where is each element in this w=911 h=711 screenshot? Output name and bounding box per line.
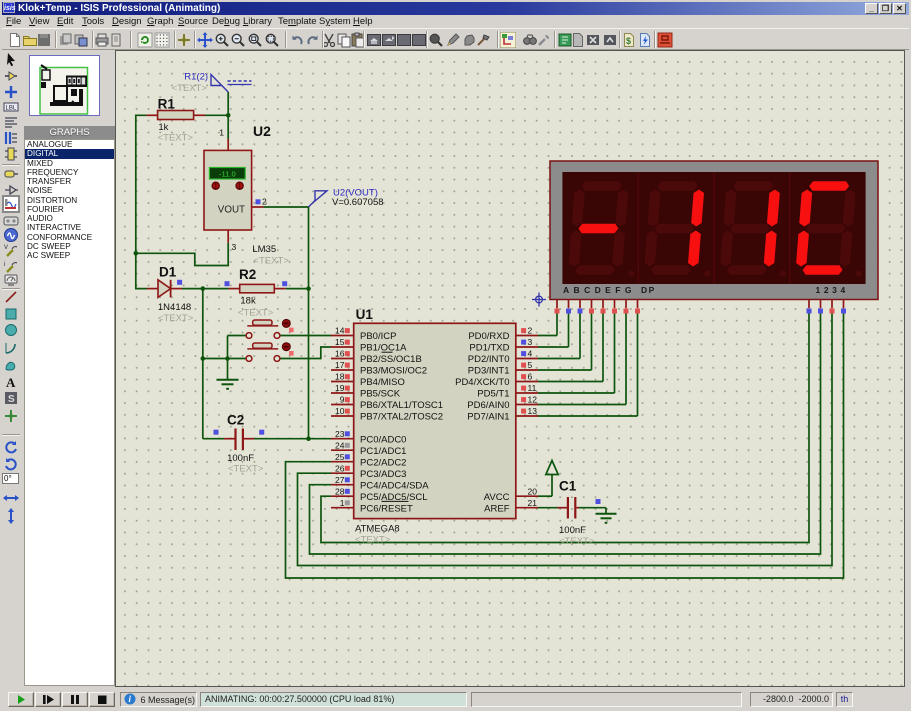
svg-text:100nF: 100nF <box>227 453 254 464</box>
svg-text:VOUT: VOUT <box>218 205 245 216</box>
svg-text:AVCC: AVCC <box>484 492 510 503</box>
svg-text:U2: U2 <box>253 123 271 139</box>
svg-text:PD1/TXD: PD1/TXD <box>469 343 509 354</box>
svg-text:PD7/AIN1: PD7/AIN1 <box>467 412 509 423</box>
svg-text:AREF: AREF <box>484 503 510 514</box>
svg-text:PC6/RESET: PC6/RESET <box>360 503 413 514</box>
svg-text:i: i <box>4 262 5 268</box>
svg-text:PB2/SS/OC1B: PB2/SS/OC1B <box>360 354 422 365</box>
svg-text:<TEXT>: <TEXT> <box>559 536 595 547</box>
svg-text:21: 21 <box>528 498 538 508</box>
svg-text:PC1/ADC1: PC1/ADC1 <box>360 446 406 457</box>
svg-text:PD5/T1: PD5/T1 <box>477 389 509 400</box>
svg-text:<TEXT>: <TEXT> <box>158 132 194 143</box>
svg-text:PB5/SCK: PB5/SCK <box>360 389 401 400</box>
svg-text:16: 16 <box>335 349 345 359</box>
svg-text:R1(2): R1(2) <box>184 72 208 83</box>
svg-text:C1: C1 <box>559 479 577 494</box>
svg-text:ATMEGA8: ATMEGA8 <box>355 524 400 535</box>
svg-text:U1: U1 <box>356 307 374 322</box>
svg-text:26: 26 <box>335 463 345 473</box>
svg-text:2: 2 <box>528 326 533 336</box>
svg-text:11: 11 <box>528 383 537 393</box>
svg-text:PB7/XTAL2/TOSC2: PB7/XTAL2/TOSC2 <box>360 412 443 423</box>
svg-text:24: 24 <box>335 440 345 450</box>
svg-text:12: 12 <box>528 395 538 405</box>
svg-text:17: 17 <box>335 360 345 370</box>
svg-text:15: 15 <box>335 337 345 347</box>
svg-text:18k: 18k <box>240 295 256 306</box>
svg-text:DP: DP <box>641 285 656 295</box>
svg-text:R2: R2 <box>239 267 256 282</box>
svg-text:PD3/INT1: PD3/INT1 <box>468 366 510 377</box>
svg-text:1: 1 <box>219 128 224 138</box>
svg-text:100nF: 100nF <box>559 525 586 536</box>
svg-text:6: 6 <box>528 372 533 382</box>
svg-text:PD2/INT0: PD2/INT0 <box>468 354 510 365</box>
svg-text:1N4148: 1N4148 <box>158 302 191 313</box>
svg-text:PC4/ADC4/SDA: PC4/ADC4/SDA <box>360 480 429 491</box>
svg-text:1: 1 <box>340 498 345 508</box>
svg-text:23: 23 <box>335 429 345 439</box>
svg-text:14: 14 <box>335 326 345 336</box>
svg-text:<TEXT>: <TEXT> <box>172 83 208 94</box>
svg-text:3: 3 <box>528 337 533 347</box>
svg-text:9: 9 <box>340 395 345 405</box>
svg-text:PB0/ICP: PB0/ICP <box>360 331 396 342</box>
svg-text:<TEXT>: <TEXT> <box>238 308 274 319</box>
svg-text:A: A <box>6 375 16 390</box>
svg-text:PB3/MOSI/OC2: PB3/MOSI/OC2 <box>360 366 427 377</box>
svg-text:R1: R1 <box>158 97 176 112</box>
svg-text:LBL: LBL <box>6 106 17 112</box>
svg-text:ABCDEFG: ABCDEFG <box>563 285 636 295</box>
svg-text:PD6/AIN0: PD6/AIN0 <box>467 400 509 411</box>
svg-text:PD4/XCK/T0: PD4/XCK/T0 <box>455 377 509 388</box>
svg-text:<TEXT>: <TEXT> <box>254 256 290 267</box>
svg-text:PB4/MISO: PB4/MISO <box>360 377 405 388</box>
svg-text:<TEXT>: <TEXT> <box>158 313 194 324</box>
svg-text:3: 3 <box>232 242 237 252</box>
svg-text:PC2/ADC2: PC2/ADC2 <box>360 457 406 468</box>
svg-text:2: 2 <box>262 197 267 207</box>
svg-text:LM35: LM35 <box>252 244 276 255</box>
svg-text:PC0/ADC0: PC0/ADC0 <box>360 434 406 445</box>
svg-text:19: 19 <box>335 383 345 393</box>
svg-text:D1: D1 <box>159 265 177 280</box>
svg-text:S: S <box>8 394 15 405</box>
svg-text:27: 27 <box>335 475 345 485</box>
svg-text:4: 4 <box>528 349 533 359</box>
svg-text:V=0.607058: V=0.607058 <box>332 197 384 208</box>
svg-text:PB6/XTAL1/TOSC1: PB6/XTAL1/TOSC1 <box>360 400 443 411</box>
svg-text:V: V <box>4 245 8 251</box>
svg-text:28: 28 <box>335 486 345 496</box>
svg-text:<TEXT>: <TEXT> <box>355 535 391 546</box>
svg-text:PC3/ADC3: PC3/ADC3 <box>360 469 406 480</box>
svg-text:<TEXT>: <TEXT> <box>228 464 264 475</box>
svg-text:-11.0: -11.0 <box>219 169 236 178</box>
svg-text:25: 25 <box>335 452 345 462</box>
svg-text:13: 13 <box>528 406 538 416</box>
svg-text:10: 10 <box>335 406 345 416</box>
svg-text:C2: C2 <box>227 412 244 427</box>
svg-text:PD0/RXD: PD0/RXD <box>468 331 509 342</box>
svg-text:$: $ <box>626 36 631 46</box>
svg-text:5: 5 <box>528 360 533 370</box>
svg-text:1234: 1234 <box>816 285 849 295</box>
svg-text:20: 20 <box>528 486 538 496</box>
svg-text:18: 18 <box>335 372 345 382</box>
